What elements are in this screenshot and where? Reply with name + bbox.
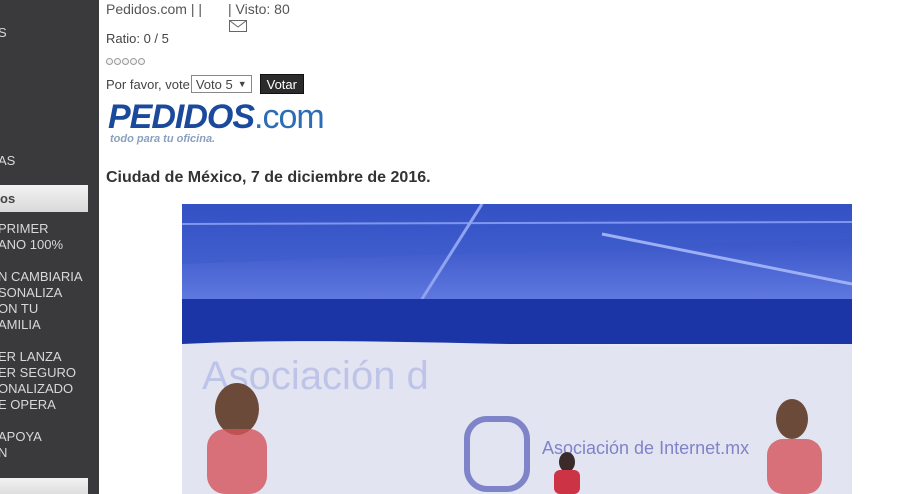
visit-count: | Visto: 80 xyxy=(228,1,290,17)
sidebar-item[interactable]: AS xyxy=(0,153,15,169)
sidebar-item[interactable]: N CAMBIARIA SONALIZA ON TU AMILIA xyxy=(0,269,83,333)
sidebar-item[interactable]: APOYA N xyxy=(0,429,42,461)
mail-icon[interactable] xyxy=(206,3,248,32)
article-headline: Ciudad de México, 7 de diciembre de 2016… xyxy=(106,169,431,186)
vote-form: Por favor, vote Voto 5 ▼ Votar xyxy=(106,74,304,94)
article-meta: Pedidos.com | | | Visto: 80 xyxy=(106,1,290,32)
photo-sign-text: Asociación de Internet.mx xyxy=(542,438,749,458)
vote-selected-value: Voto 5 xyxy=(195,76,233,92)
rating-stars xyxy=(106,58,145,65)
vote-button[interactable]: Votar xyxy=(259,74,304,94)
sidebar: S AS os PRIMER ANO 100% N CAMBIARIA SONA… xyxy=(0,0,99,494)
sidebar-item[interactable]: PRIMER ANO 100% xyxy=(0,221,63,253)
meta-separator: | | xyxy=(190,1,202,17)
sidebar-item-next[interactable] xyxy=(0,478,88,494)
rating-ratio: Ratio: 0 / 5 xyxy=(106,31,169,46)
logo-name: PEDIDOS xyxy=(108,98,255,136)
source-link[interactable]: Pedidos.com xyxy=(106,1,187,17)
vote-prompt: Por favor, vote xyxy=(106,76,190,92)
sidebar-item-active[interactable]: os xyxy=(0,185,88,212)
star-icon xyxy=(114,58,121,65)
star-icon xyxy=(130,58,137,65)
sidebar-item[interactable]: ER LANZA ER SEGURO ONALIZADO E OPERA xyxy=(0,349,76,413)
vote-select[interactable]: Voto 5 ▼ xyxy=(190,75,252,93)
star-icon xyxy=(122,58,129,65)
sidebar-item[interactable]: S xyxy=(0,25,7,41)
article-photo: Asociación d Asociación de Internet.mx xyxy=(182,204,852,494)
logo-tagline: todo para tu oficina. xyxy=(110,133,216,145)
star-icon xyxy=(138,58,145,65)
article-content: Pedidos.com | | | Visto: 80 Ratio: 0 / 5… xyxy=(106,0,906,494)
pedidos-logo: PEDIDOS.com todo para tu oficina. xyxy=(108,99,353,149)
logo-suffix: .com xyxy=(254,98,325,136)
chevron-down-icon: ▼ xyxy=(237,79,247,89)
star-icon xyxy=(106,58,113,65)
